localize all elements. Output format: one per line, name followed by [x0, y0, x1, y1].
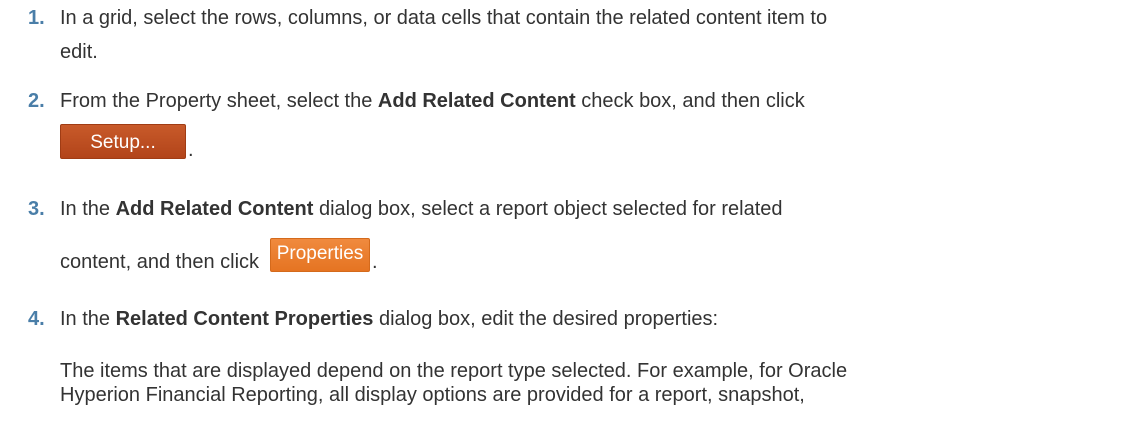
step-3-text-post: dialog box, select a report object selec… [313, 198, 783, 220]
step-2-bold-term: Add Related Content [377, 90, 576, 112]
step-4-bold-term: Related Content Properties [115, 308, 374, 330]
properties-button[interactable]: Properties [270, 238, 370, 272]
step-2-text: From the Property sheet, select the Add … [60, 89, 805, 113]
setup-button[interactable]: Setup... [60, 124, 186, 159]
step-3-period: . [372, 251, 378, 273]
step-2-text-pre: From the Property sheet, select the [60, 90, 378, 112]
step-4-text: In the Related Content Properties dialog… [60, 307, 718, 331]
step-1-text-line-2: edit. [60, 41, 98, 63]
step-4-paragraph-line-1: The items that are displayed depend on t… [60, 360, 848, 382]
step-1-text-line-1: In a grid, select the rows, columns, or … [60, 7, 828, 29]
step-number-4: 4. [28, 308, 45, 330]
step-number-2: 2. [28, 90, 45, 112]
instruction-steps: 1. In a grid, select the rows, columns, … [0, 0, 1121, 421]
step-4-text-pre: In the [60, 308, 116, 330]
step-number-1: 1. [28, 7, 45, 29]
step-3-text-line-2: content, and then click [60, 251, 260, 273]
step-3-text-pre: In the [60, 198, 116, 220]
step-4-text-post: dialog box, edit the desired properties: [373, 308, 719, 330]
step-3-text-line-1: In the Add Related Content dialog box, s… [60, 197, 783, 221]
step-2-period: . [188, 139, 194, 161]
step-number-3: 3. [28, 198, 45, 220]
step-4-paragraph-line-2: Hyperion Financial Reporting, all displa… [60, 384, 805, 406]
step-2-text-post: check box, and then click [575, 90, 805, 112]
step-3-bold-term: Add Related Content [115, 198, 314, 220]
